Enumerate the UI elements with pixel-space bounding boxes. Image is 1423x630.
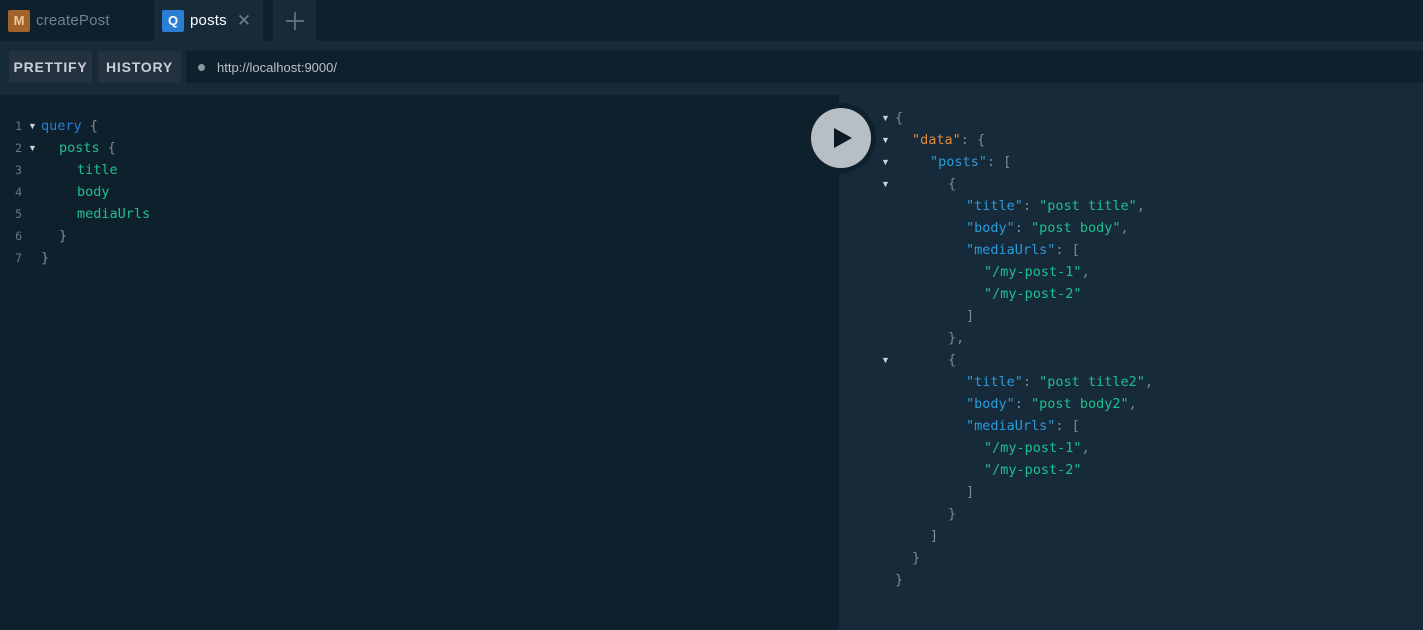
code-line: posts {	[59, 140, 116, 156]
query-editor[interactable]: 1 2 3 4 5 6 7 ▼ ▼ query { posts { title …	[0, 95, 839, 630]
json-line: ]	[930, 528, 939, 544]
json-line: {	[948, 176, 957, 192]
fold-arrow-icon[interactable]: ▼	[881, 107, 890, 129]
close-icon[interactable]: ✕	[237, 12, 251, 29]
prettify-button[interactable]: PRETTIFY	[9, 51, 92, 83]
json-line: "/my-post-2"	[984, 462, 1082, 478]
fold-arrow-icon[interactable]: ▼	[881, 173, 890, 195]
code-line: query {	[41, 118, 98, 134]
mutation-badge: M	[8, 9, 30, 32]
line-number: 5	[15, 207, 22, 221]
line-number: 4	[15, 185, 22, 199]
json-line: "/my-post-1",	[984, 440, 1090, 456]
json-line: "title": "post title",	[966, 198, 1145, 214]
fold-arrow-icon[interactable]: ▼	[28, 137, 37, 159]
json-line: ]	[966, 484, 975, 500]
history-button[interactable]: HISTORY	[98, 51, 181, 83]
json-line: ]	[966, 308, 975, 324]
code-line: body	[77, 184, 110, 200]
line-number: 3	[15, 163, 22, 177]
json-line: "title": "post title2",	[966, 374, 1153, 390]
json-line: }	[948, 506, 957, 522]
line-number: 7	[15, 251, 22, 265]
line-number: 1	[15, 119, 22, 133]
json-line: "data": {	[912, 132, 986, 148]
result-viewer: ▼ ▼ ▼ ▼ ▼ { "data": { "posts": [ { "titl…	[839, 90, 1423, 630]
json-line: }	[895, 572, 904, 588]
line-number: 6	[15, 229, 22, 243]
json-line: "/my-post-2"	[984, 286, 1082, 302]
code-line: mediaUrls	[77, 206, 151, 222]
json-line: "body": "post body2",	[966, 396, 1137, 412]
json-line: }	[912, 550, 921, 566]
code-line: title	[77, 162, 118, 178]
code-line: }	[59, 228, 68, 244]
json-line: {	[948, 352, 957, 368]
execute-query-button[interactable]	[811, 108, 871, 168]
line-number: 2	[15, 141, 22, 155]
plus-icon	[285, 11, 304, 30]
fold-arrow-icon[interactable]: ▼	[28, 115, 37, 137]
json-line: "posts": [	[930, 154, 1012, 170]
fold-arrow-icon[interactable]: ▼	[881, 151, 890, 173]
tab-createpost[interactable]: M createPost	[0, 0, 143, 41]
json-line: "mediaUrls": [	[966, 418, 1080, 434]
tab-bar: M createPost Q posts ✕	[0, 0, 1423, 41]
add-tab-button[interactable]	[273, 0, 316, 41]
code-line: }	[41, 250, 50, 266]
status-dot	[198, 63, 205, 71]
tab-title: createPost	[36, 12, 110, 29]
query-badge: Q	[162, 9, 184, 32]
play-icon	[834, 128, 852, 148]
tab-title: posts	[190, 12, 227, 29]
endpoint-url: http://localhost:9000/	[217, 59, 337, 75]
endpoint-url-input[interactable]: http://localhost:9000/	[186, 51, 1423, 83]
tab-posts[interactable]: Q posts ✕	[154, 0, 263, 41]
json-line: {	[895, 110, 904, 126]
fold-arrow-icon[interactable]: ▼	[881, 349, 890, 371]
json-line: },	[948, 330, 965, 346]
json-line: "/my-post-1",	[984, 264, 1090, 280]
json-line: "mediaUrls": [	[966, 242, 1080, 258]
toolbar: PRETTIFY HISTORY http://localhost:9000/	[0, 41, 1423, 95]
fold-arrow-icon[interactable]: ▼	[881, 129, 890, 151]
json-line: "body": "post body",	[966, 220, 1129, 236]
